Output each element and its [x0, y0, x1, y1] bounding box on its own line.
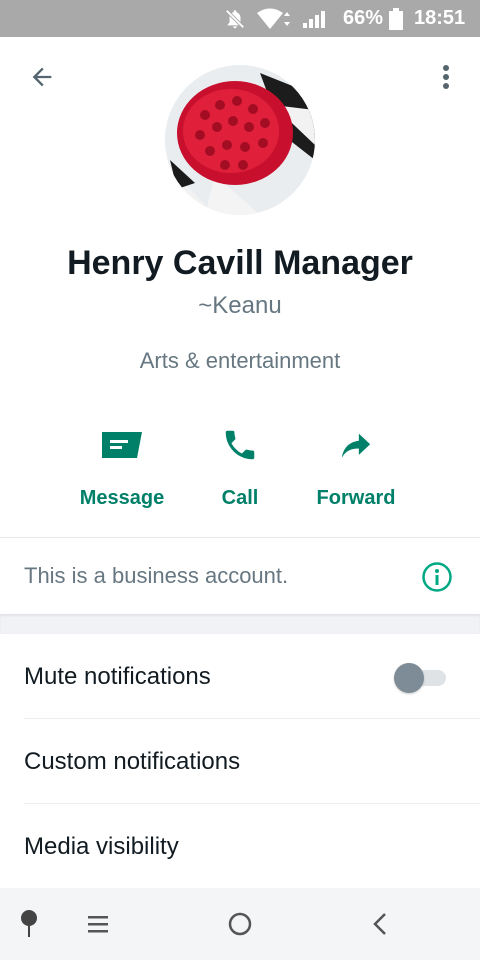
- media-visibility-label: Media visibility: [24, 832, 179, 860]
- mute-icon: [224, 0, 246, 37]
- more-vert-icon: [443, 65, 449, 89]
- profile-alias: ~Keanu: [198, 292, 282, 319]
- business-account-row[interactable]: This is a business account.: [0, 538, 480, 614]
- signal-icon: [302, 0, 330, 37]
- message-label: Message: [79, 487, 165, 509]
- custom-notifications-label: Custom notifications: [24, 747, 241, 775]
- media-visibility-row[interactable]: Media visibility: [0, 804, 480, 889]
- back-button[interactable]: [20, 55, 64, 99]
- forward-label: Forward: [316, 487, 396, 509]
- arrow-back-icon: [32, 67, 52, 87]
- mute-notifications-label: Mute notifications: [24, 662, 211, 690]
- info-icon[interactable]: [420, 560, 454, 594]
- menu-icon[interactable]: [80, 908, 118, 940]
- back-nav-icon[interactable]: [362, 904, 398, 944]
- message-button[interactable]: Message: [62, 415, 182, 520]
- profile-avatar[interactable]: [165, 65, 315, 215]
- pin-icon[interactable]: [12, 906, 46, 942]
- wifi-icon: [256, 0, 292, 37]
- custom-notifications-row[interactable]: Custom notifications: [0, 719, 480, 804]
- call-label: Call: [221, 487, 259, 509]
- call-button[interactable]: Call: [180, 415, 300, 520]
- battery-icon: [388, 0, 404, 37]
- rose-bouquet-image: [165, 65, 315, 215]
- section-gap: [0, 614, 480, 634]
- forward-icon: [296, 415, 416, 475]
- toggle-thumb: [394, 663, 424, 693]
- business-account-text: This is a business account.: [24, 563, 289, 588]
- status-bar: 66% 18:51: [0, 0, 480, 37]
- forward-button[interactable]: Forward: [296, 415, 416, 520]
- system-nav-bar: [0, 888, 480, 960]
- mute-notifications-toggle[interactable]: [394, 661, 448, 693]
- battery-percent: 66%: [343, 7, 384, 29]
- mute-notifications-row[interactable]: Mute notifications: [0, 634, 480, 719]
- home-icon[interactable]: [220, 904, 260, 944]
- call-icon: [180, 415, 300, 475]
- status-time: 18:51: [414, 7, 466, 29]
- profile-name: Henry Cavill Manager: [67, 244, 413, 282]
- more-options-button[interactable]: [426, 55, 466, 99]
- business-category: Arts & entertainment: [139, 348, 341, 373]
- message-icon: [62, 415, 182, 475]
